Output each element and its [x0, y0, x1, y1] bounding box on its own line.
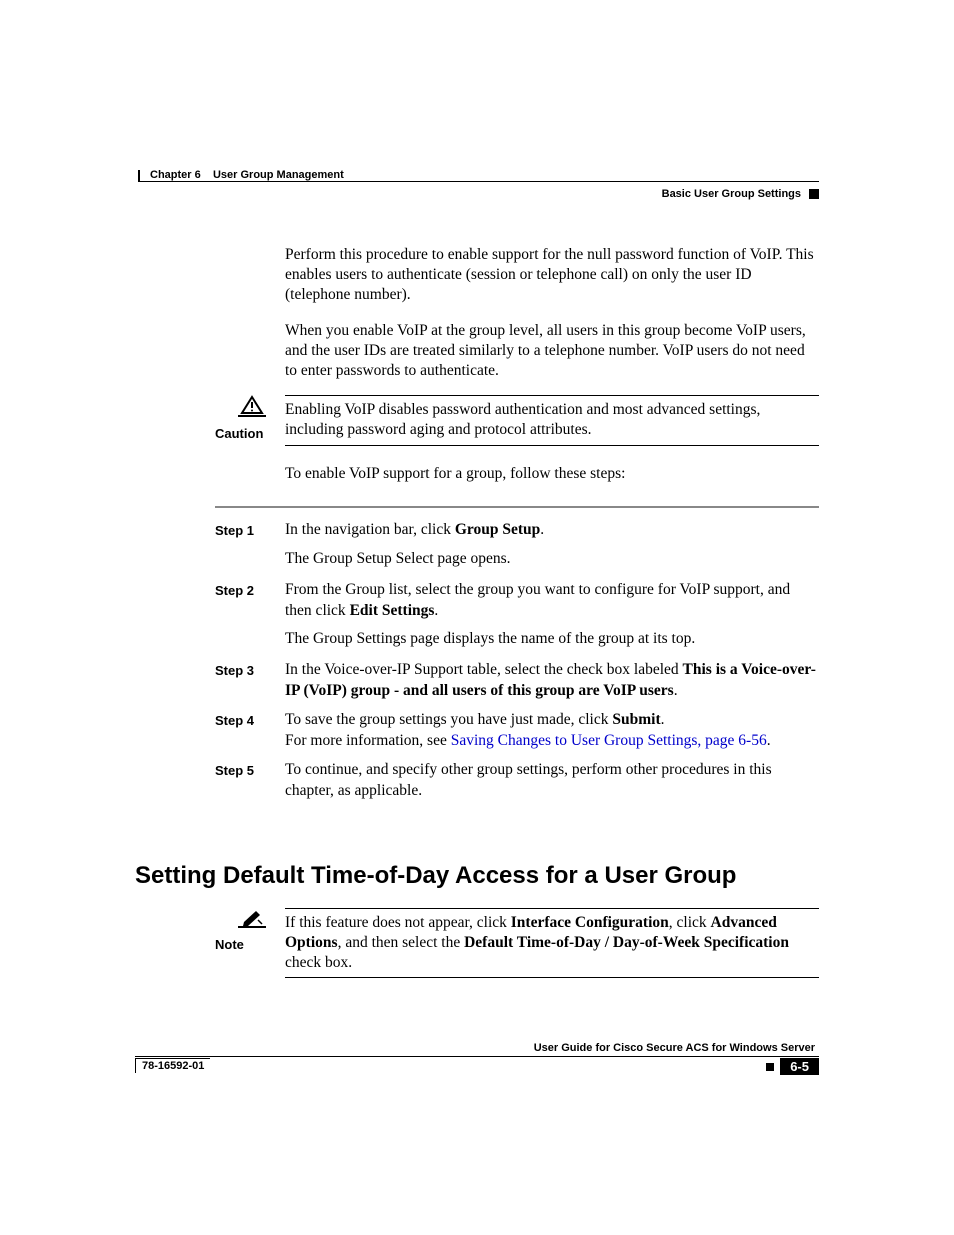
caution-icon	[219, 395, 285, 422]
caution-label: Caution	[215, 423, 285, 441]
intro-paragraph-1: Perform this procedure to enable support…	[285, 245, 819, 305]
lead-text: To enable VoIP support for a group, foll…	[285, 464, 819, 484]
step-row: Step 4 To save the group settings you ha…	[215, 710, 819, 752]
step-text: To continue, and specify other group set…	[285, 760, 819, 802]
step-text: In the Voice-over-IP Support table, sele…	[285, 660, 819, 702]
steps-rule	[215, 506, 819, 508]
step-sub: The Group Setup Select page opens.	[285, 549, 819, 570]
caution-text: Enabling VoIP disables password authenti…	[285, 396, 819, 445]
note-icon	[219, 908, 285, 933]
caution-block: Caution Enabling VoIP disables password …	[215, 395, 819, 445]
chapter-title: User Group Management	[213, 169, 344, 181]
footer-page-number: 6-5	[780, 1058, 819, 1075]
step-label: Step 1	[215, 520, 285, 541]
step-sub: The Group Settings page displays the nam…	[285, 629, 819, 650]
step-label: Step 5	[215, 760, 285, 802]
note-label: Note	[215, 934, 285, 952]
running-header-left: Chapter 6 User Group Management	[138, 170, 344, 181]
step-row: Step 5 To continue, and specify other gr…	[215, 760, 819, 802]
chapter-number: Chapter 6	[150, 169, 201, 181]
note-block: Note If this feature does not appear, cl…	[215, 908, 819, 978]
footer-square-icon	[766, 1063, 774, 1071]
footer-doc-number: 78-16592-01	[135, 1058, 210, 1073]
section-heading: Setting Default Time-of-Day Access for a…	[135, 862, 819, 890]
step-row: Step 2 From the Group list, select the g…	[215, 580, 819, 622]
step-label: Step 3	[215, 660, 285, 702]
note-text: If this feature does not appear, click I…	[285, 909, 819, 978]
step-row: Step 1 In the navigation bar, click Grou…	[215, 520, 819, 541]
footer-doc-title: User Guide for Cisco Secure ACS for Wind…	[135, 1042, 819, 1054]
step-text: In the navigation bar, click Group Setup…	[285, 520, 819, 541]
step-label: Step 2	[215, 580, 285, 622]
cross-ref-link[interactable]: Saving Changes to User Group Settings, p…	[451, 732, 767, 749]
page-footer: User Guide for Cisco Secure ACS for Wind…	[135, 1042, 819, 1075]
step-text: To save the group settings you have just…	[285, 710, 819, 752]
header-square-icon	[809, 189, 819, 199]
step-row: Step 3 In the Voice-over-IP Support tabl…	[215, 660, 819, 702]
running-header-right: Basic User Group Settings	[662, 188, 819, 200]
section-heading-right: Basic User Group Settings	[662, 188, 809, 200]
step-label: Step 4	[215, 710, 285, 752]
intro-paragraph-2: When you enable VoIP at the group level,…	[285, 321, 819, 381]
step-text: From the Group list, select the group yo…	[285, 580, 819, 622]
